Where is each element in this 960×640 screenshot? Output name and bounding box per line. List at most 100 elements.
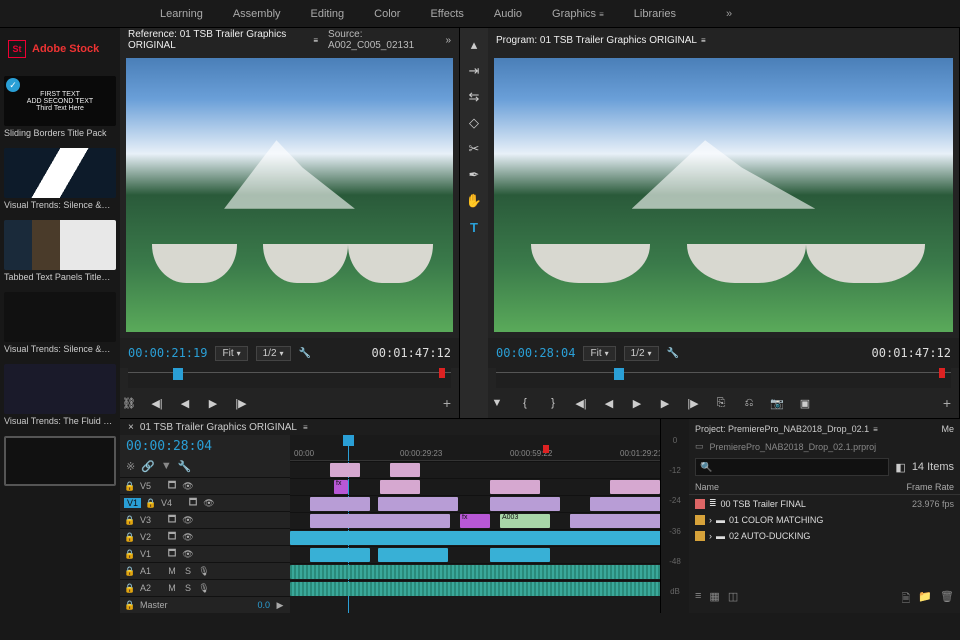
mark-out-button[interactable]: }: [544, 394, 562, 412]
step-fwd-button[interactable]: ▶: [656, 394, 674, 412]
playhead-icon[interactable]: [173, 368, 183, 380]
clip[interactable]: [490, 480, 540, 494]
button-editor-plus[interactable]: +: [443, 395, 451, 411]
lock-icon[interactable]: 🔒: [145, 498, 157, 509]
lock-icon[interactable]: 🔒: [124, 549, 136, 560]
menu-icon[interactable]: ≡: [873, 425, 878, 434]
project-item[interactable]: › ▬ 01 COLOR MATCHING: [689, 512, 960, 528]
clip-fx[interactable]: fx: [334, 480, 348, 494]
playhead-icon[interactable]: [614, 368, 624, 380]
chevron-right-icon[interactable]: ›: [709, 515, 712, 525]
menu-icon[interactable]: ≡: [313, 36, 318, 45]
clip[interactable]: [310, 548, 370, 562]
track-select-tool-icon[interactable]: ⇥: [465, 62, 483, 80]
clip[interactable]: [390, 463, 420, 477]
clip[interactable]: [590, 497, 660, 511]
go-out-button[interactable]: |▶: [684, 394, 702, 412]
fit-dropdown[interactable]: Fit▾: [215, 346, 247, 361]
track-label[interactable]: V2: [140, 532, 162, 542]
tab-assembly[interactable]: Assembly: [233, 8, 281, 20]
icon-view-icon[interactable]: ▦: [709, 590, 719, 609]
trash-icon[interactable]: 🗑: [940, 590, 954, 609]
pen-tool-icon[interactable]: ✒: [465, 166, 483, 184]
project-tab[interactable]: Project: PremierePro_NAB2018_Drop_02.1: [695, 424, 869, 434]
settings-icon[interactable]: 🔧: [178, 460, 192, 473]
lock-icon[interactable]: 🔒: [124, 583, 136, 594]
clip-audio[interactable]: [290, 582, 660, 596]
project-tab-media[interactable]: Me: [941, 424, 954, 434]
clip[interactable]: [290, 531, 660, 545]
linked-selection-icon[interactable]: 🔗: [141, 460, 155, 473]
clip[interactable]: [378, 548, 448, 562]
tab-graphics[interactable]: Graphics ≡: [552, 8, 604, 20]
comparison-button[interactable]: ▣: [796, 394, 814, 412]
filter-icon[interactable]: ◧: [895, 461, 905, 474]
program-viewer[interactable]: [488, 52, 959, 338]
razor-tool-icon[interactable]: ◇: [465, 114, 483, 132]
lock-icon[interactable]: 🔒: [124, 600, 136, 611]
hand-tool-icon[interactable]: ✋: [465, 192, 483, 210]
fit-dropdown[interactable]: Fit▾: [583, 346, 615, 361]
reference-viewer[interactable]: [120, 52, 459, 338]
freeform-view-icon[interactable]: ◫: [728, 590, 738, 609]
tab-audio[interactable]: Audio: [494, 8, 522, 20]
go-out-button[interactable]: |▶: [232, 394, 250, 412]
close-sequence-icon[interactable]: ×: [128, 422, 134, 433]
timeline-timecode[interactable]: 00:00:28:04: [126, 439, 212, 454]
reference-timecode-in[interactable]: 00:00:21:19: [128, 346, 207, 360]
overflow-icon[interactable]: »: [445, 35, 451, 46]
timeline-tracks[interactable]: 00:00 00:00:29:23 00:00:59:22 00:01:29:2…: [290, 435, 660, 613]
clip-fx[interactable]: fx: [460, 514, 490, 528]
clip[interactable]: [490, 497, 560, 511]
template-thumb[interactable]: Visual Trends: Silence &…: [4, 292, 116, 358]
track-label[interactable]: V5: [140, 481, 162, 491]
program-scrub-bar[interactable]: [496, 368, 951, 388]
lift-button[interactable]: ⎘: [712, 394, 730, 412]
template-thumb[interactable]: Visual Trends: Silence &…: [4, 148, 116, 214]
button-editor-plus[interactable]: +: [943, 395, 951, 411]
track-label[interactable]: A2: [140, 583, 162, 593]
clip[interactable]: A003: [500, 514, 550, 528]
clip[interactable]: [380, 480, 420, 494]
tab-effects[interactable]: Effects: [430, 8, 463, 20]
lock-icon[interactable]: 🔒: [124, 566, 136, 577]
menu-icon[interactable]: ≡: [701, 36, 706, 45]
resolution-dropdown[interactable]: 1/2▾: [624, 346, 659, 361]
lock-icon[interactable]: 🔒: [124, 515, 136, 526]
tab-libraries[interactable]: Libraries: [634, 8, 676, 20]
settings-icon[interactable]: 🔧: [667, 348, 679, 359]
col-framerate[interactable]: Frame Rate: [884, 482, 954, 492]
col-name[interactable]: Name: [695, 482, 884, 492]
template-thumb[interactable]: Visual Trends: The Fluid …: [4, 364, 116, 430]
tab-color[interactable]: Color: [374, 8, 400, 20]
new-item-icon[interactable]: 🗎: [901, 590, 910, 609]
marker-icon[interactable]: [543, 445, 549, 453]
overflow-arrows-icon[interactable]: »: [726, 8, 732, 20]
source-patch-v1[interactable]: V1: [124, 498, 141, 508]
play-button[interactable]: ▶: [628, 394, 646, 412]
settings-icon[interactable]: 🔧: [299, 348, 311, 359]
go-in-button[interactable]: ◀|: [572, 394, 590, 412]
project-item[interactable]: ≣ 00 TSB Trailer FINAL 23.976 fps: [689, 495, 960, 512]
reference-tab[interactable]: Reference: 01 TSB Trailer Graphics ORIGI…: [128, 29, 318, 51]
export-frame-button[interactable]: 📷: [768, 394, 786, 412]
menu-icon[interactable]: ≡: [303, 423, 308, 432]
program-tab[interactable]: Program: 01 TSB Trailer Graphics ORIGINA…: [496, 35, 706, 46]
source-tab[interactable]: Source: A002_C005_02131: [328, 29, 435, 51]
clip[interactable]: [610, 480, 660, 494]
clip[interactable]: [570, 514, 660, 528]
ripple-tool-icon[interactable]: ⇆: [465, 88, 483, 106]
track-label[interactable]: A1: [140, 566, 162, 576]
track-label[interactable]: Master: [140, 600, 162, 610]
template-thumb[interactable]: [4, 436, 116, 492]
tab-learning[interactable]: Learning: [160, 8, 203, 20]
type-tool-icon[interactable]: T: [465, 218, 483, 236]
template-thumb[interactable]: Tabbed Text Panels Title…: [4, 220, 116, 286]
sequence-tab[interactable]: 01 TSB Trailer Graphics ORIGINAL: [140, 422, 297, 433]
add-marker-icon[interactable]: ▼: [161, 460, 172, 473]
chevron-right-icon[interactable]: ›: [709, 531, 712, 541]
project-item[interactable]: › ▬ 02 AUTO-DUCKING: [689, 528, 960, 544]
clip[interactable]: [310, 514, 450, 528]
clip[interactable]: [310, 497, 370, 511]
snap-icon[interactable]: ※: [126, 460, 135, 473]
